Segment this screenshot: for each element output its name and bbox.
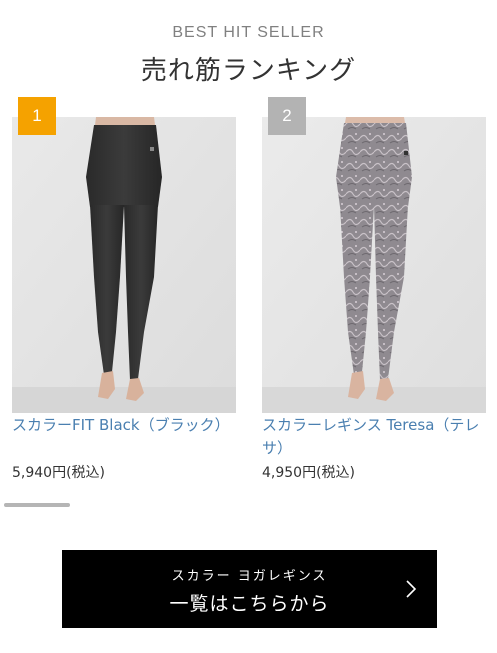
- rank-badge: 1: [18, 97, 56, 135]
- chevron-right-icon: [406, 580, 417, 598]
- carousel-scrollbar[interactable]: [4, 503, 493, 507]
- product-price: 4,950円(税込): [262, 465, 356, 481]
- section-eyebrow: BEST HIT SELLER: [172, 24, 325, 41]
- product-image[interactable]: [262, 117, 486, 413]
- product-name-link[interactable]: スカラーFIT Black（ブラック）: [12, 414, 244, 437]
- rank-badge: 2: [268, 97, 306, 135]
- section-title: 売れ筋ランキング: [140, 56, 357, 86]
- product-price: 5,940円(税込): [12, 465, 106, 481]
- view-all-leggings-button[interactable]: スカラー ヨガレギンス 一覧はこちらから: [62, 550, 437, 628]
- carousel-scrollbar-thumb[interactable]: [4, 503, 70, 507]
- product-image[interactable]: [12, 117, 236, 413]
- cta-main-label: 一覧はこちらから: [169, 593, 330, 615]
- product-name-link[interactable]: スカラーレギンス Teresa（テレサ）: [262, 414, 494, 460]
- cta-sub-label: スカラー ヨガレギンス: [171, 569, 328, 584]
